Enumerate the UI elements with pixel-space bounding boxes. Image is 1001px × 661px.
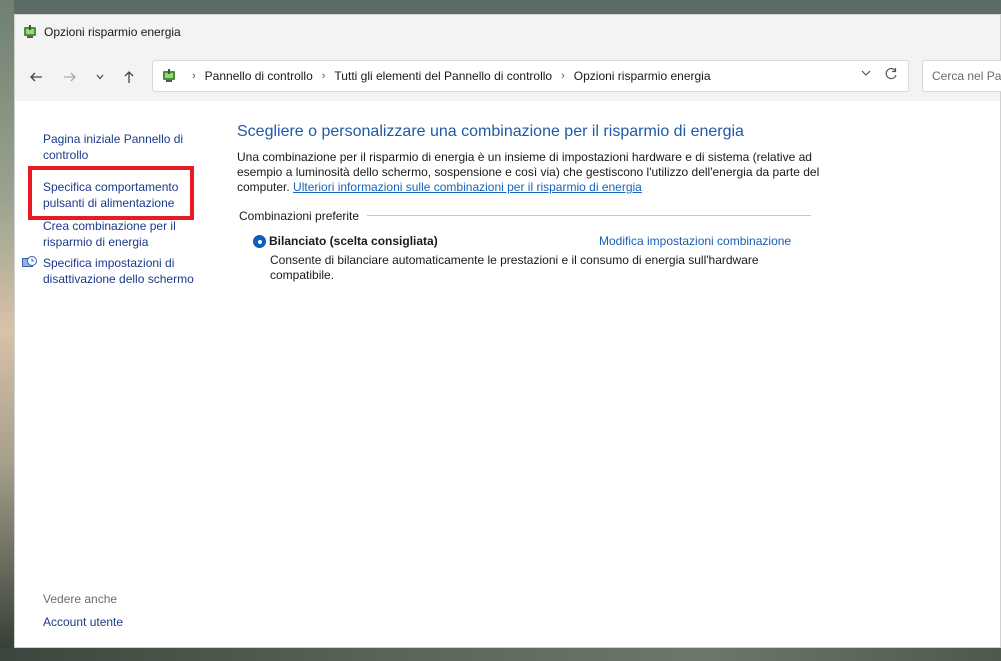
plan-name[interactable]: Bilanciato (scelta consigliata): [269, 234, 438, 248]
power-options-icon: [22, 24, 38, 40]
navigation-bar: › Pannello di controllo › Tutti gli elem…: [15, 49, 1001, 101]
search-placeholder: Cerca nel Pannello di controllo: [932, 69, 1001, 83]
power-options-icon: [161, 68, 177, 84]
forward-arrow-icon[interactable]: [59, 67, 81, 87]
up-arrow-icon[interactable]: [118, 67, 140, 87]
page-description: Una combinazione per il risparmio di ene…: [237, 150, 827, 195]
breadcrumb-separator[interactable]: ›: [561, 70, 565, 82]
see-also-label: Vedere anche: [43, 592, 118, 606]
sidebar-item-create-plan[interactable]: Crea combinazione per il risparmio di en…: [43, 218, 195, 250]
sidebar-item-control-panel-home[interactable]: Pagina iniziale Pannello di controllo: [43, 131, 195, 163]
breadcrumb-all-control-panel-items[interactable]: Tutti gli elementi del Pannello di contr…: [334, 69, 552, 83]
back-arrow-icon[interactable]: [25, 67, 47, 87]
group-divider: [367, 215, 811, 216]
window-title: Opzioni risparmio energia: [44, 25, 181, 39]
change-plan-settings-link[interactable]: Modifica impostazioni combinazione: [599, 234, 791, 248]
page-title: Scegliere o personalizzare una combinazi…: [237, 123, 744, 140]
address-dropdown-chevron-icon[interactable]: [860, 67, 872, 82]
address-bar[interactable]: › Pannello di controllo › Tutti gli elem…: [152, 60, 909, 92]
control-panel-window: Opzioni risparmio energia › Pannello di …: [14, 14, 1001, 648]
recent-locations-chevron-icon[interactable]: [89, 67, 111, 87]
breadcrumb-separator[interactable]: ›: [192, 70, 196, 82]
preferred-plans-label: Combinazioni preferite: [239, 209, 366, 223]
sidebar-item-display-off-settings[interactable]: Specifica impostazioni di disattivazione…: [43, 255, 201, 287]
search-input[interactable]: Cerca nel Pannello di controllo: [922, 60, 1001, 92]
refresh-icon[interactable]: [884, 67, 898, 84]
plan-description: Consente di bilanciare automaticamente l…: [270, 253, 759, 282]
desktop-background-bottom: [0, 648, 1001, 661]
sidebar-item-power-buttons[interactable]: Specifica comportamento pulsanti di alim…: [43, 179, 195, 211]
display-settings-icon: [21, 255, 37, 271]
breadcrumb-control-panel[interactable]: Pannello di controllo: [205, 69, 313, 83]
learn-more-link[interactable]: Ulteriori informazioni sulle combinazion…: [293, 180, 642, 194]
user-accounts-link[interactable]: Account utente: [43, 615, 123, 629]
desktop-background-left: [0, 0, 14, 661]
main-content: Scegliere o personalizzare una combinazi…: [237, 101, 997, 649]
title-bar: Opzioni risparmio energia: [15, 15, 1000, 49]
breadcrumb: › Pannello di controllo › Tutti gli elem…: [183, 69, 711, 83]
balanced-plan-radio[interactable]: [253, 235, 266, 248]
breadcrumb-separator[interactable]: ›: [322, 70, 326, 82]
left-pane: Pagina iniziale Pannello di controllo Sp…: [15, 101, 215, 649]
breadcrumb-power-options[interactable]: Opzioni risparmio energia: [574, 69, 711, 83]
